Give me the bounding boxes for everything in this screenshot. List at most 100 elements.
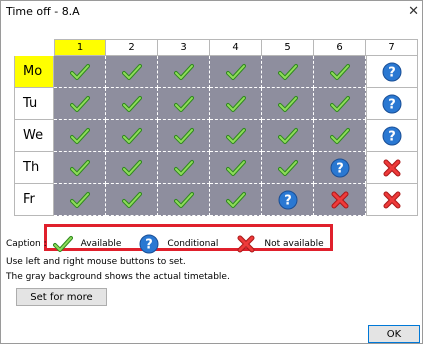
legend-available-label: Available xyxy=(80,239,122,249)
timeslot-cell[interactable] xyxy=(106,88,158,120)
instruction-text: Use left and right mouse buttons to set. xyxy=(6,257,186,267)
checkmark-icon xyxy=(277,62,298,82)
time-off-dialog: Time off - 8.A ✕ 1 2 3 4 5 6 7 Mo? Tu? We? Th? Fr ? … xyxy=(0,0,423,344)
timeslot-cell[interactable]: ? xyxy=(366,88,418,120)
checkmark-icon xyxy=(121,190,142,210)
window-title: Time off - 8.A xyxy=(6,5,80,18)
caption-label: Caption : xyxy=(6,239,47,249)
row-header-we: We xyxy=(14,120,54,152)
legend-conditional: ? Conditional xyxy=(139,234,218,254)
timeslot-cell[interactable] xyxy=(210,184,262,216)
timeslot-cell[interactable] xyxy=(314,88,366,120)
timeslot-cell[interactable] xyxy=(262,120,314,152)
timeslot-cell[interactable] xyxy=(158,152,210,184)
grid-corner xyxy=(14,39,54,56)
timeslot-cell[interactable]: ? xyxy=(366,120,418,152)
svg-text:?: ? xyxy=(284,193,292,208)
checkmark-icon xyxy=(225,158,246,178)
column-header: 5 xyxy=(262,39,314,56)
checkmark-icon xyxy=(277,158,298,178)
column-header: 2 xyxy=(106,39,158,56)
timeslot-cell[interactable] xyxy=(106,56,158,88)
legend-available: Available xyxy=(52,234,122,254)
question-icon: ? xyxy=(139,234,159,254)
checkmark-icon xyxy=(173,190,194,210)
checkmark-icon xyxy=(329,126,350,146)
checkmark-icon xyxy=(329,94,350,114)
question-icon: ? xyxy=(278,190,298,210)
checkmark-icon xyxy=(121,126,142,146)
column-header: 3 xyxy=(158,39,210,56)
timeslot-cell[interactable] xyxy=(54,184,106,216)
timeslot-cell[interactable] xyxy=(54,152,106,184)
cross-icon xyxy=(236,234,256,254)
question-icon: ? xyxy=(330,158,350,178)
close-icon[interactable]: ✕ xyxy=(408,4,419,19)
timeslot-cell[interactable] xyxy=(158,88,210,120)
timeslot-cell[interactable] xyxy=(54,56,106,88)
checkmark-icon xyxy=(173,158,194,178)
timeslot-cell[interactable] xyxy=(314,120,366,152)
checkmark-icon xyxy=(69,158,90,178)
timeslot-cell[interactable] xyxy=(262,56,314,88)
row-header-fr: Fr xyxy=(14,184,54,216)
question-icon: ? xyxy=(382,62,402,82)
timeslot-cell[interactable] xyxy=(106,120,158,152)
timeslot-cell[interactable]: ? xyxy=(262,184,314,216)
timeslot-cell[interactable] xyxy=(106,184,158,216)
svg-text:?: ? xyxy=(388,129,396,144)
checkmark-icon xyxy=(225,190,246,210)
column-header: 6 xyxy=(314,39,366,56)
timeslot-cell[interactable]: ? xyxy=(314,152,366,184)
checkmark-icon xyxy=(225,126,246,146)
legend-not-available-label: Not available xyxy=(264,239,324,249)
set-for-more-button[interactable]: Set for more xyxy=(16,288,107,306)
timeslot-cell[interactable] xyxy=(210,56,262,88)
timeslot-cell[interactable] xyxy=(314,56,366,88)
timeslot-cell[interactable]: ? xyxy=(366,56,418,88)
timeslot-cell[interactable] xyxy=(262,88,314,120)
checkmark-icon xyxy=(329,62,350,82)
timeslot-cell[interactable] xyxy=(158,56,210,88)
checkmark-icon xyxy=(173,94,194,114)
ok-button[interactable]: OK xyxy=(368,325,420,343)
cross-icon xyxy=(382,190,402,210)
timeslot-cell[interactable] xyxy=(158,120,210,152)
checkmark-icon xyxy=(173,126,194,146)
question-icon: ? xyxy=(382,126,402,146)
timeslot-cell[interactable] xyxy=(366,184,418,216)
checkmark-icon xyxy=(121,62,142,82)
column-header: 1 xyxy=(54,39,106,56)
legend-not-available: Not available xyxy=(236,234,324,254)
cross-icon xyxy=(382,158,402,178)
legend-conditional-label: Conditional xyxy=(167,239,219,249)
checkmark-icon xyxy=(277,94,298,114)
timeslot-cell[interactable] xyxy=(210,120,262,152)
timeslot-cell[interactable] xyxy=(158,184,210,216)
column-header: 4 xyxy=(210,39,262,56)
checkmark-icon xyxy=(69,62,90,82)
row-header-mo: Mo xyxy=(14,56,54,88)
svg-text:?: ? xyxy=(336,161,344,176)
timeslot-cell[interactable] xyxy=(366,152,418,184)
timeslot-cell[interactable] xyxy=(210,152,262,184)
row-header-tu: Tu xyxy=(14,88,54,120)
question-icon: ? xyxy=(382,94,402,114)
column-header: 7 xyxy=(366,39,418,56)
timeslot-cell[interactable] xyxy=(54,88,106,120)
cross-icon xyxy=(330,190,350,210)
checkmark-icon xyxy=(225,94,246,114)
timetable-note: The gray background shows the actual tim… xyxy=(6,272,230,282)
checkmark-icon xyxy=(121,158,142,178)
timeslot-cell[interactable] xyxy=(314,184,366,216)
timeslot-cell[interactable] xyxy=(210,88,262,120)
checkmark-icon xyxy=(173,62,194,82)
timeslot-cell[interactable] xyxy=(106,152,158,184)
timeslot-cell[interactable] xyxy=(262,152,314,184)
svg-text:?: ? xyxy=(146,238,154,253)
title-bar: Time off - 8.A ✕ xyxy=(1,1,422,23)
checkmark-icon xyxy=(225,62,246,82)
row-header-th: Th xyxy=(14,152,54,184)
time-off-grid: 1 2 3 4 5 6 7 Mo? Tu? We? Th? Fr? xyxy=(14,39,418,216)
timeslot-cell[interactable] xyxy=(54,120,106,152)
